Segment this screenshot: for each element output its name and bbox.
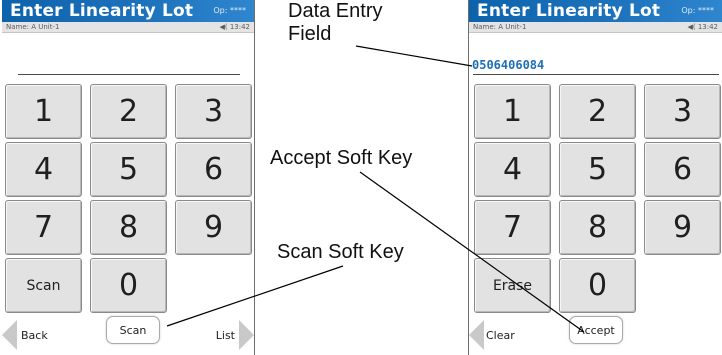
leader-line-data-entry (355, 45, 473, 67)
callout-leader-lines (166, 45, 585, 333)
leader-line-scan (166, 265, 344, 327)
leader-line-accept (359, 171, 585, 333)
